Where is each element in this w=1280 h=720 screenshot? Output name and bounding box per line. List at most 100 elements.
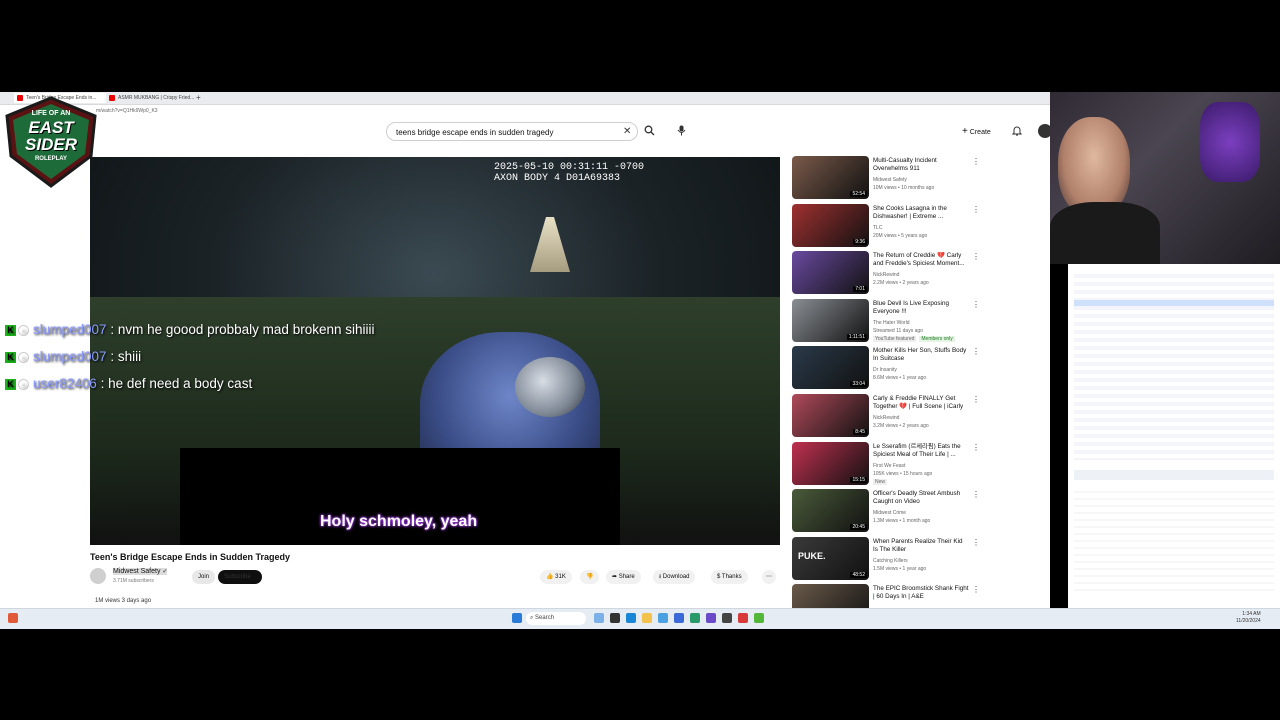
app-icon[interactable] bbox=[674, 613, 684, 623]
more-vertical-icon[interactable]: ⋮ bbox=[972, 205, 980, 214]
recommended-title[interactable]: Officer's Deadly Street Ambush Caught on… bbox=[873, 490, 969, 506]
chat-username: slumped007 bbox=[33, 349, 107, 364]
more-vertical-icon[interactable]: ⋮ bbox=[972, 347, 980, 356]
recommended-thumbnail[interactable]: 9:36 bbox=[792, 203, 869, 247]
discord-icon[interactable] bbox=[706, 613, 716, 623]
devtools-styles-tabs[interactable] bbox=[1074, 470, 1274, 480]
recommended-channel[interactable]: Midwest Safety bbox=[873, 176, 973, 184]
create-button[interactable]: + Create bbox=[962, 125, 991, 139]
start-menu-icon[interactable] bbox=[512, 613, 522, 623]
task-view-icon[interactable] bbox=[610, 613, 620, 623]
recommended-video[interactable]: PUKE. 48:52 When Parents Realize Their Kid… bbox=[792, 536, 1052, 581]
recommended-video[interactable]: 15:15 Le Sserafim (르세라핌) Eats the Spicies… bbox=[792, 441, 1052, 486]
thanks-button[interactable]: $ Thanks bbox=[711, 570, 748, 584]
recommended-channel[interactable]: First We Feast bbox=[873, 462, 973, 470]
file-explorer-icon[interactable] bbox=[642, 613, 652, 623]
recommended-video[interactable]: 52:54 Multi-Casualty Incident Overwhelms … bbox=[792, 156, 1052, 200]
recommended-channel[interactable]: Dr Insanity bbox=[873, 366, 973, 374]
recommended-meta: The Hater World Streamed 11 days ago YouTu… bbox=[873, 319, 973, 343]
recommended-title[interactable]: The Return of Creddie 💔 Carly and Freddi… bbox=[873, 252, 969, 268]
recommended-thumbnail[interactable]: 20:45 bbox=[792, 489, 869, 533]
new-tab-button[interactable]: + bbox=[196, 93, 206, 103]
recommended-thumbnail[interactable]: 15:15 bbox=[792, 441, 869, 485]
recommended-title[interactable]: When Parents Realize Their Kid Is The Ki… bbox=[873, 538, 969, 554]
dislike-button[interactable]: 👎 bbox=[580, 570, 600, 584]
recommended-channel[interactable]: NickRewind bbox=[873, 414, 973, 422]
clock[interactable]: 1:34 AM 11/20/2024 bbox=[1236, 611, 1261, 625]
microphone-icon[interactable] bbox=[677, 125, 686, 140]
more-vertical-icon[interactable]: ⋮ bbox=[972, 157, 980, 166]
more-vertical-icon[interactable]: ⋮ bbox=[972, 490, 980, 499]
recommended-channel[interactable]: NickRewind bbox=[873, 271, 973, 279]
recommended-channel[interactable]: The Hater World bbox=[873, 319, 973, 327]
channel-name[interactable]: Midwest Safety ✔ bbox=[113, 568, 168, 575]
recommended-thumbnail[interactable]: 33:04 bbox=[792, 346, 869, 390]
taskbar-search-label: Search bbox=[535, 615, 555, 621]
recommended-video[interactable]: 9:36 She Cooks Lasagna in the Dishwasher!… bbox=[792, 203, 1052, 248]
recommended-title[interactable]: The EPIC Broomstick Shank Fight | 60 Day… bbox=[873, 585, 969, 601]
more-actions-button[interactable]: ⋯ bbox=[762, 570, 776, 584]
more-vertical-icon[interactable]: ⋮ bbox=[972, 395, 980, 404]
notifications-bell-icon[interactable] bbox=[1011, 125, 1023, 140]
recommended-meta: NickRewind 3.2M views • 2 years ago bbox=[873, 414, 973, 430]
more-vertical-icon[interactable]: ⋮ bbox=[972, 443, 980, 452]
recommended-title[interactable]: Multi-Casualty Incident Overwhelms 911 bbox=[873, 157, 969, 173]
recommended-video[interactable]: 1:11:51 Blue Devil Is Live Exposing Every… bbox=[792, 298, 1052, 343]
account-avatar[interactable] bbox=[1038, 124, 1050, 138]
video-duration: 52:54 bbox=[850, 191, 867, 197]
taskbar-search[interactable]: ⌕ Search bbox=[526, 612, 586, 625]
more-vertical-icon[interactable]: ⋮ bbox=[972, 252, 980, 261]
recommended-video[interactable]: 20:45 Officer's Deadly Street Ambush Caug… bbox=[792, 489, 1052, 533]
edge-icon[interactable] bbox=[626, 613, 636, 623]
devtools-elements-tree[interactable] bbox=[1074, 270, 1274, 460]
kick-icon[interactable] bbox=[754, 613, 764, 623]
devtools-panel bbox=[1068, 264, 1280, 608]
recommended-thumbnail[interactable]: 1:11:51 bbox=[792, 298, 869, 342]
video-duration: 8:45 bbox=[853, 429, 867, 435]
weather-widget-icon[interactable] bbox=[8, 613, 18, 623]
more-vertical-icon[interactable]: ⋮ bbox=[972, 585, 980, 594]
recommended-title[interactable]: Mother Kills Her Son, Stuffs Body In Sui… bbox=[873, 347, 969, 363]
search-icon[interactable] bbox=[644, 125, 655, 140]
tab-second[interactable]: ASMR MUKBANG | Crispy Fried... bbox=[106, 93, 198, 103]
thanks-icon: $ bbox=[717, 574, 721, 580]
more-vertical-icon[interactable]: ⋮ bbox=[972, 300, 980, 309]
recommended-views-age: 10M views • 10 months ago bbox=[873, 185, 935, 191]
recommended-thumbnail[interactable]: 52:54 bbox=[792, 156, 869, 199]
join-button[interactable]: Join bbox=[192, 570, 216, 584]
recommended-title[interactable]: She Cooks Lasagna in the Dishwasher! | E… bbox=[873, 205, 969, 221]
clear-search-icon[interactable]: ✕ bbox=[623, 126, 631, 138]
recommended-thumbnail[interactable]: 8:45 bbox=[792, 394, 869, 437]
chrome-icon[interactable] bbox=[738, 613, 748, 623]
search-input[interactable]: teens bridge escape ends in sudden trage… bbox=[386, 122, 638, 141]
address-bar[interactable]: m/watch?v=Q1Hk9Wp0_K3 bbox=[0, 105, 1050, 117]
more-vertical-icon[interactable]: ⋮ bbox=[972, 538, 980, 547]
channel-avatar[interactable] bbox=[90, 568, 106, 584]
recommended-channel[interactable]: Midwest Crime bbox=[873, 509, 973, 517]
like-button[interactable]: 👍 31K bbox=[540, 570, 572, 584]
share-button[interactable]: ➦ Share bbox=[606, 570, 641, 584]
recommended-video[interactable]: 33:04 Mother Kills Her Son, Stuffs Body I… bbox=[792, 346, 1052, 390]
app-icon[interactable] bbox=[690, 613, 700, 623]
youtube-header: teens bridge escape ends in sudden trage… bbox=[0, 117, 1050, 157]
recommended-meta: First We Feast 105K views • 15 hours ago N… bbox=[873, 462, 973, 486]
video-player[interactable]: 2025-05-10 00:31:11 -0700 AXON BODY 4 D01… bbox=[90, 157, 780, 545]
obs-icon[interactable] bbox=[722, 613, 732, 623]
recommended-channel[interactable]: TLC bbox=[873, 224, 973, 232]
store-icon[interactable] bbox=[658, 613, 668, 623]
recommended-views-age: 105K views • 15 hours ago bbox=[873, 470, 933, 477]
recommended-video[interactable]: 8:45 Carly & Freddie FINALLY Get Together… bbox=[792, 394, 1052, 438]
subscribe-button[interactable]: Subscribe bbox=[218, 570, 262, 584]
recommended-video[interactable]: 7:01 The Return of Creddie 💔 Carly and Fr… bbox=[792, 251, 1052, 295]
recommended-title[interactable]: Le Sserafim (르세라핌) Eats the Spiciest Mea… bbox=[873, 443, 969, 459]
recommended-channel[interactable]: Catching Killers bbox=[873, 557, 973, 565]
recommended-title[interactable]: Carly & Freddie FINALLY Get Together 💔 |… bbox=[873, 395, 969, 411]
download-button[interactable]: ⭳ Download bbox=[653, 570, 696, 584]
recommended-title[interactable]: Blue Devil Is Live Exposing Everyone !!! bbox=[873, 300, 969, 316]
recommended-thumbnail[interactable]: 7:01 bbox=[792, 251, 869, 295]
devtools-styles-pane[interactable] bbox=[1074, 486, 1274, 596]
chat-text: : shiii bbox=[110, 349, 142, 364]
recommended-thumbnail[interactable]: PUKE. 48:52 bbox=[792, 536, 869, 580]
devtools-selected-node[interactable] bbox=[1074, 300, 1274, 306]
widgets-icon[interactable] bbox=[594, 613, 604, 623]
